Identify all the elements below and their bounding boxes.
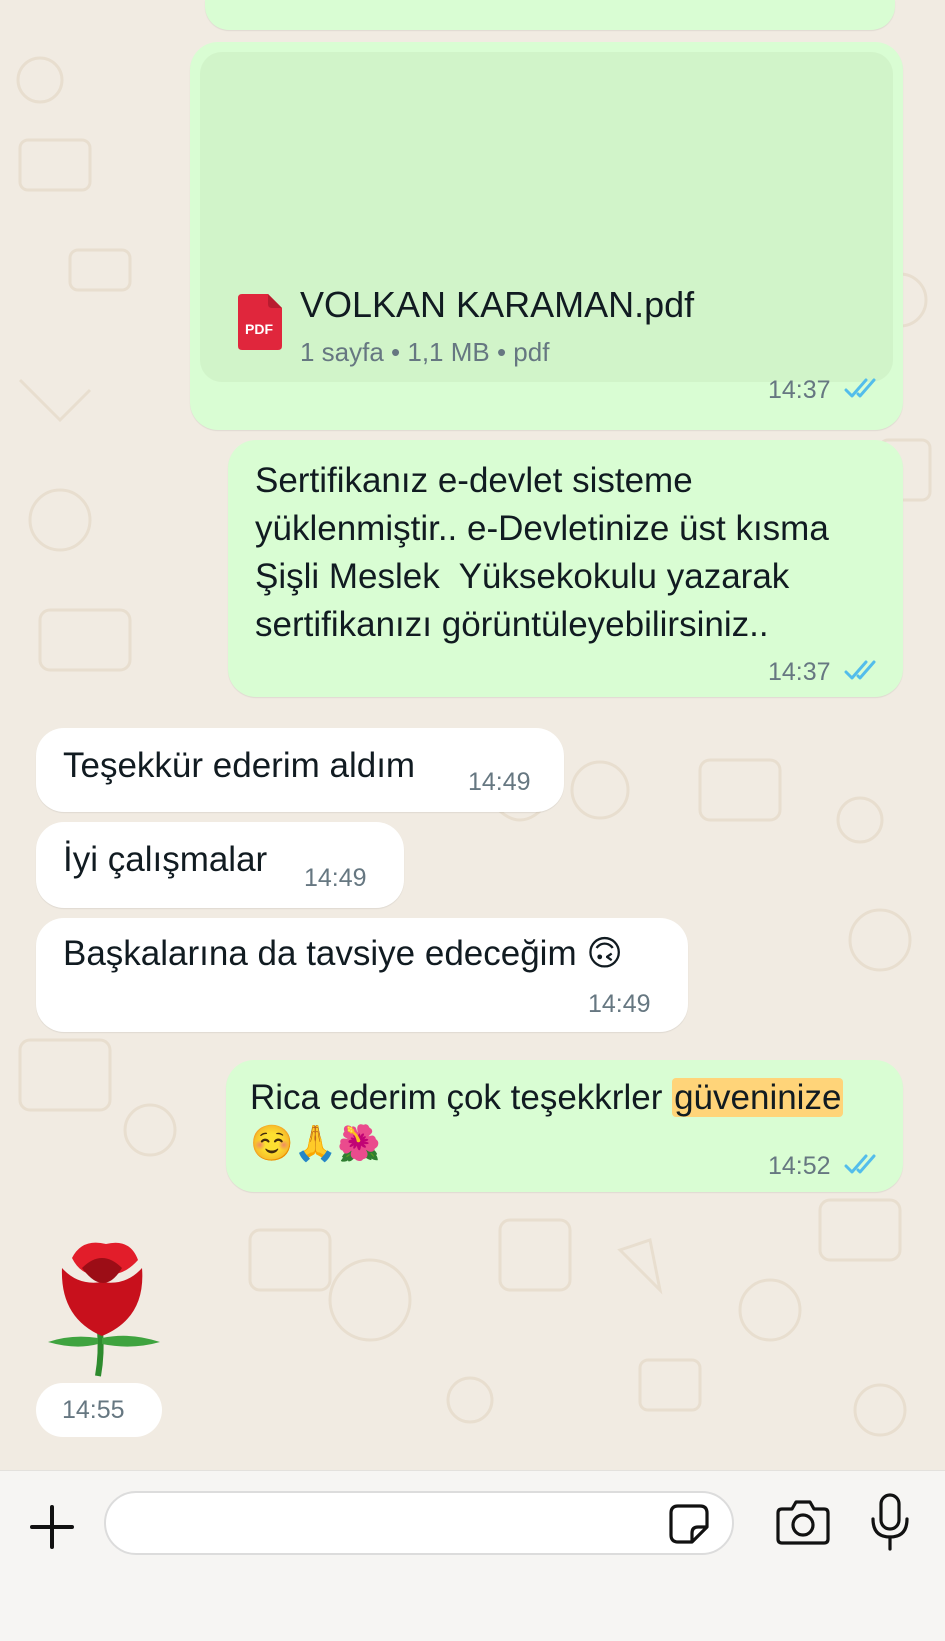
message-time: 14:37 <box>768 376 831 404</box>
message-time: 14:52 <box>768 1152 831 1180</box>
pdf-attachment[interactable]: PDF VOLKAN KARAMAN.pdf 1 sayfa • 1,1 MB … <box>200 52 893 382</box>
rose-icon[interactable] <box>42 1238 172 1378</box>
message-time: 14:49 <box>588 990 651 1018</box>
message-line: sertifikanızı görüntüleyebilirsiniz.. <box>255 605 769 644</box>
conversation-area: PDF VOLKAN KARAMAN.pdf 1 sayfa • 1,1 MB … <box>0 0 945 1470</box>
pdf-file-meta: 1 sayfa • 1,1 MB • pdf <box>300 337 550 367</box>
message-line: Sertifikanız e-devlet sisteme <box>255 461 693 500</box>
pdf-icon-label: PDF <box>245 321 273 337</box>
message-text: Rica ederim çok teşekkrler güveninize <box>250 1074 844 1122</box>
incoming-message-bubble[interactable]: Teşekkür ederim aldım 14:49 <box>36 728 564 812</box>
composer-bar <box>0 1470 945 1641</box>
double-check-icon <box>844 1154 876 1174</box>
message-text: Teşekkür ederim aldım <box>63 746 416 785</box>
pdf-message-bubble[interactable]: PDF VOLKAN KARAMAN.pdf 1 sayfa • 1,1 MB … <box>190 42 903 430</box>
outgoing-message-bubble[interactable]: Rica ederim çok teşekkrler güveninize ☺️… <box>226 1060 903 1192</box>
incoming-message-bubble[interactable]: Başkalarına da tavsiye edeceğim 🙃 14:49 <box>36 918 688 1032</box>
highlighted-word: güveninize <box>672 1078 844 1117</box>
message-text: İyi çalışmalar <box>63 840 268 879</box>
message-input[interactable] <box>104 1491 734 1555</box>
message-text-plain: Rica ederim çok teşekkrler <box>250 1078 673 1117</box>
message-emojis: ☺️🙏🌺 <box>250 1124 381 1163</box>
message-time: 14:55 <box>62 1396 125 1424</box>
previous-message-bubble[interactable] <box>205 0 895 30</box>
certificate-message-bubble[interactable]: Sertifikanız e-devlet sisteme yüklenmişt… <box>228 440 903 697</box>
plus-icon[interactable] <box>26 1501 78 1553</box>
sticker-icon[interactable] <box>668 1503 710 1545</box>
microphone-icon[interactable] <box>870 1493 910 1551</box>
pdf-file-icon: PDF <box>238 294 282 350</box>
sticker-time-pill: 14:55 <box>36 1383 162 1437</box>
pdf-file-name: VOLKAN KARAMAN.pdf <box>300 284 695 325</box>
double-check-icon <box>844 660 876 680</box>
message-line: yüklenmiştir.. e-Devletinize üst kısma <box>255 509 829 548</box>
message-time: 14:37 <box>768 658 831 686</box>
camera-icon[interactable] <box>776 1499 830 1545</box>
message-time: 14:49 <box>304 864 367 892</box>
message-text: Başkalarına da tavsiye edeceğim 🙃 <box>63 934 623 973</box>
message-time: 14:49 <box>468 768 531 796</box>
message-line: Şişli Meslek Yüksekokulu yazarak <box>255 557 790 596</box>
incoming-message-bubble[interactable]: İyi çalışmalar 14:49 <box>36 822 404 908</box>
double-check-icon <box>844 378 876 398</box>
